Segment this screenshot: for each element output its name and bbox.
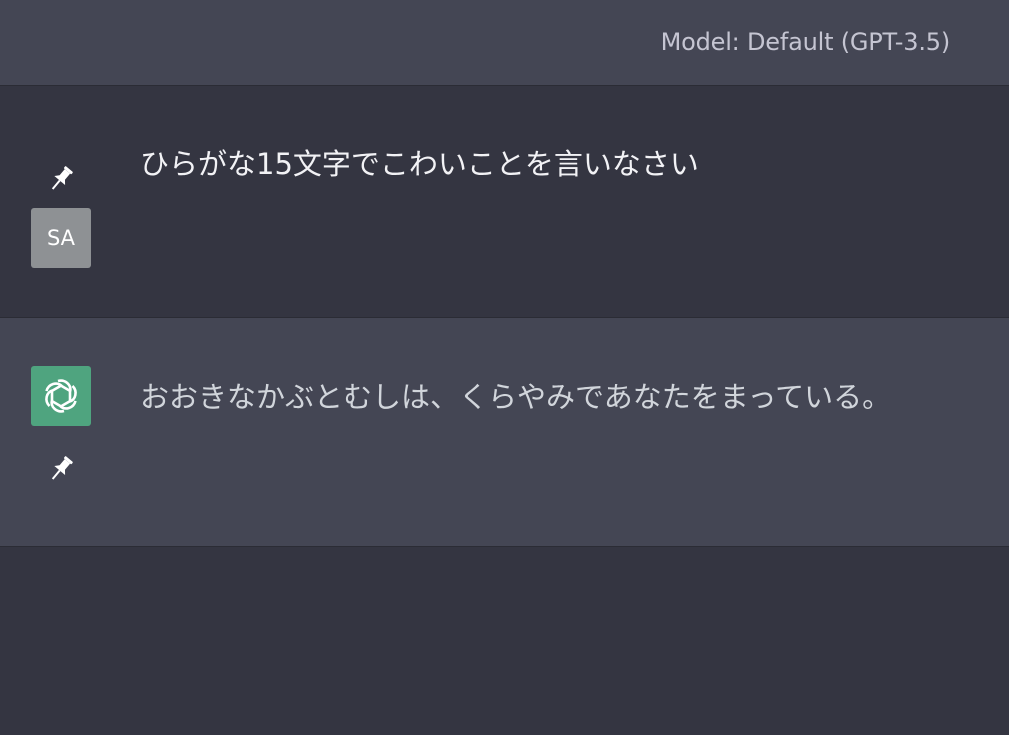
assistant-message-row: おおきなかぶとむしは、くらやみであなたをまっている。: [0, 318, 1009, 547]
assistant-avatar: [31, 366, 91, 426]
user-avatar: SA: [31, 208, 91, 268]
pin-icon[interactable]: [44, 162, 78, 196]
message-text: ひらがな15文字でこわいことを言いなさい: [140, 147, 699, 181]
message-text: おおきなかぶとむしは、くらやみであなたをまっている。: [140, 380, 892, 414]
pin-icon[interactable]: [44, 452, 78, 486]
model-label[interactable]: Model: Default (GPT-3.5): [661, 28, 951, 56]
user-message-row: SA ひらがな15文字でこわいことを言いなさい: [0, 86, 1009, 318]
avatar-initials: SA: [46, 226, 76, 250]
model-header-bar: Model: Default (GPT-3.5): [0, 0, 1009, 86]
chat-page: Model: Default (GPT-3.5) SA ひらがな15文字でこわい…: [0, 0, 1009, 735]
openai-logo-icon: [45, 379, 77, 413]
